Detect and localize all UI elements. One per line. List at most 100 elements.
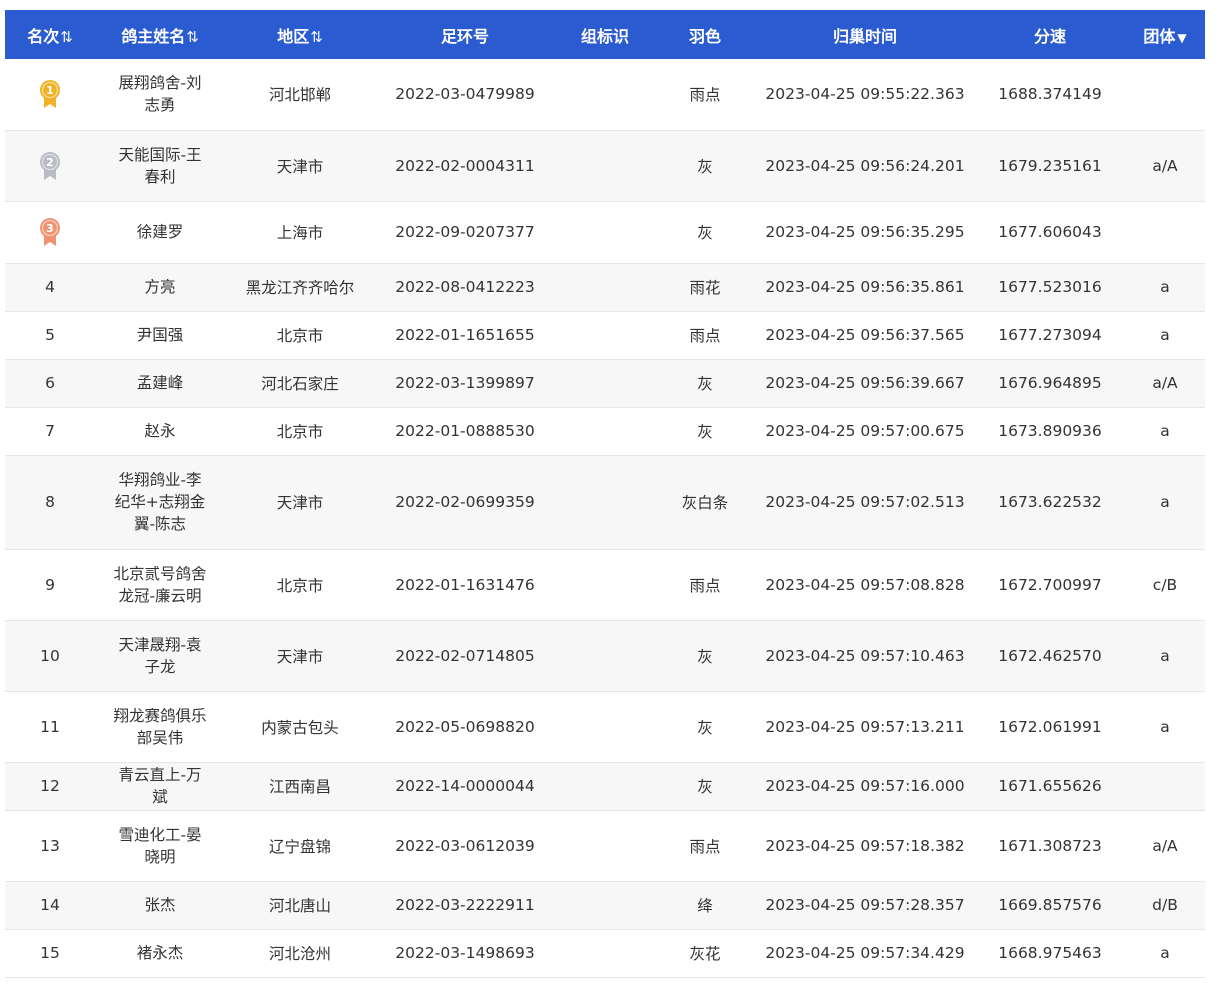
cell-owner: 赵永 (95, 407, 225, 456)
cell-group-id (555, 263, 655, 312)
race-results-table: 名次⇅ 鸽主姓名⇅ 地区⇅ 足环号 组标识 羽色 归巢时间 分速 团体 ▼ 1 展翔… (5, 10, 1205, 978)
cell-ring: 2022-01-0888530 (375, 407, 555, 456)
table-row: 5 尹国强 北京市 2022-01-1651655 雨点 2023-04-25 09:56… (5, 311, 1205, 360)
cell-group-id (555, 359, 655, 408)
cell-rank: 3 (5, 201, 95, 264)
table-row: 4 方亮 黑龙江齐齐哈尔 2022-08-0412223 雨花 2023-04-25 09… (5, 263, 1205, 312)
cell-team: a/A (1125, 359, 1205, 408)
header-team-dropdown[interactable]: 团体 ▼ (1125, 10, 1205, 59)
sort-icon[interactable]: ⇅ (60, 28, 73, 46)
cell-speed: 1677.606043 (975, 201, 1125, 264)
cell-team: a (1125, 929, 1205, 978)
cell-team: a (1125, 263, 1205, 312)
cell-ring: 2022-03-0612039 (375, 810, 555, 882)
cell-rank: 13 (5, 810, 95, 882)
cell-color: 灰 (655, 620, 755, 692)
cell-group-id (555, 881, 655, 930)
cell-group-id (555, 201, 655, 264)
cell-color: 灰 (655, 407, 755, 456)
cell-group-id (555, 762, 655, 811)
header-region[interactable]: 地区⇅ (225, 10, 375, 59)
header-owner[interactable]: 鸽主姓名⇅ (95, 10, 225, 59)
cell-speed: 1668.975463 (975, 929, 1125, 978)
cell-ring: 2022-05-0698820 (375, 691, 555, 763)
cell-color: 雨点 (655, 549, 755, 621)
cell-team: a (1125, 620, 1205, 692)
cell-speed: 1673.622532 (975, 455, 1125, 550)
cell-rank: 7 (5, 407, 95, 456)
table-row: 11 翔龙赛鸽俱乐部吴伟 内蒙古包头 2022-05-0698820 灰 2023-04-… (5, 691, 1205, 763)
cell-region: 天津市 (225, 455, 375, 550)
table-header: 名次⇅ 鸽主姓名⇅ 地区⇅ 足环号 组标识 羽色 归巢时间 分速 团体 ▼ (5, 10, 1205, 59)
cell-speed: 1669.857576 (975, 881, 1125, 930)
cell-ring: 2022-03-0479989 (375, 59, 555, 131)
cell-region: 北京市 (225, 549, 375, 621)
cell-return-time: 2023-04-25 09:57:16.000 (755, 762, 975, 811)
cell-return-time: 2023-04-25 09:57:00.675 (755, 407, 975, 456)
cell-return-time: 2023-04-25 09:57:08.828 (755, 549, 975, 621)
cell-rank: 1 (5, 59, 95, 131)
cell-ring: 2022-01-1651655 (375, 311, 555, 360)
cell-owner: 尹国强 (95, 311, 225, 360)
svg-text:1: 1 (46, 84, 54, 97)
cell-region: 天津市 (225, 620, 375, 692)
cell-owner: 天能国际-王春利 (95, 130, 225, 202)
cell-region: 内蒙古包头 (225, 691, 375, 763)
cell-owner: 徐建罗 (95, 201, 225, 264)
cell-color: 雨点 (655, 810, 755, 882)
cell-speed: 1672.462570 (975, 620, 1125, 692)
table-row: 2 天能国际-王春利 天津市 2022-02-0004311 灰 2023-04-25 0… (5, 130, 1205, 202)
cell-owner: 雪迪化工-晏晓明 (95, 810, 225, 882)
cell-group-id (555, 130, 655, 202)
cell-color: 雨点 (655, 59, 755, 131)
silver-medal-icon: 2 (37, 151, 63, 181)
header-rank[interactable]: 名次⇅ (5, 10, 95, 59)
sort-icon[interactable]: ⇅ (186, 28, 199, 46)
header-speed: 分速 (975, 10, 1125, 59)
cell-group-id (555, 59, 655, 131)
cell-team (1125, 59, 1205, 131)
cell-ring: 2022-14-0000044 (375, 762, 555, 811)
sort-icon[interactable]: ⇅ (310, 28, 323, 46)
cell-ring: 2022-02-0714805 (375, 620, 555, 692)
cell-rank: 5 (5, 311, 95, 360)
cell-ring: 2022-02-0004311 (375, 130, 555, 202)
caret-down-icon[interactable]: ▼ (1177, 31, 1186, 45)
cell-team (1125, 762, 1205, 811)
cell-owner: 张杰 (95, 881, 225, 930)
cell-region: 黑龙江齐齐哈尔 (225, 263, 375, 312)
cell-region: 河北唐山 (225, 881, 375, 930)
cell-team: a/A (1125, 810, 1205, 882)
cell-return-time: 2023-04-25 09:56:24.201 (755, 130, 975, 202)
cell-region: 北京市 (225, 407, 375, 456)
table-row: 1 展翔鸽舍-刘志勇 河北邯郸 2022-03-0479989 雨点 2023-04-25… (5, 59, 1205, 131)
cell-ring: 2022-03-1498693 (375, 929, 555, 978)
table-row: 14 张杰 河北唐山 2022-03-2222911 绛 2023-04-25 09:57… (5, 881, 1205, 930)
cell-ring: 2022-08-0412223 (375, 263, 555, 312)
cell-owner: 青云直上-万斌 (95, 762, 225, 811)
cell-region: 天津市 (225, 130, 375, 202)
cell-owner: 孟建峰 (95, 359, 225, 408)
table-row: 12 青云直上-万斌 江西南昌 2022-14-0000044 灰 2023-04-25 … (5, 762, 1205, 811)
cell-ring: 2022-01-1631476 (375, 549, 555, 621)
table-row: 3 徐建罗 上海市 2022-09-0207377 灰 2023-04-25 09:56:… (5, 201, 1205, 264)
cell-color: 灰 (655, 762, 755, 811)
cell-team: a (1125, 455, 1205, 550)
header-ring: 足环号 (375, 10, 555, 59)
cell-group-id (555, 929, 655, 978)
cell-owner: 方亮 (95, 263, 225, 312)
cell-color: 绛 (655, 881, 755, 930)
cell-team: a (1125, 407, 1205, 456)
cell-color: 灰 (655, 130, 755, 202)
cell-rank: 12 (5, 762, 95, 811)
cell-speed: 1677.523016 (975, 263, 1125, 312)
table-row: 10 天津晟翔-袁子龙 天津市 2022-02-0714805 灰 2023-04-25 … (5, 620, 1205, 692)
cell-return-time: 2023-04-25 09:56:35.861 (755, 263, 975, 312)
cell-color: 雨花 (655, 263, 755, 312)
cell-group-id (555, 810, 655, 882)
cell-color: 灰花 (655, 929, 755, 978)
cell-region: 河北石家庄 (225, 359, 375, 408)
table-row: 15 褚永杰 河北沧州 2022-03-1498693 灰花 2023-04-25 09:… (5, 929, 1205, 978)
cell-owner: 北京贰号鸽舍龙冠-廉云明 (95, 549, 225, 621)
cell-return-time: 2023-04-25 09:56:39.667 (755, 359, 975, 408)
